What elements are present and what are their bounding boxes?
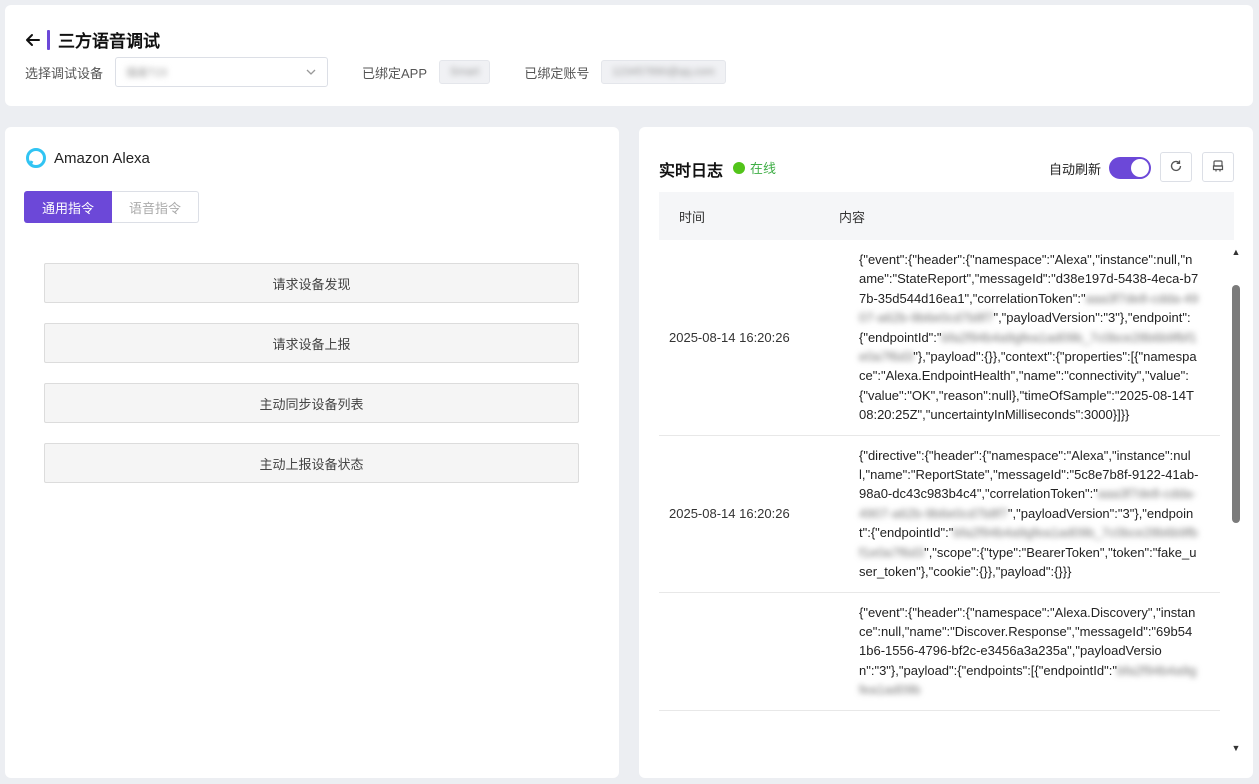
title-row: 三方语音调试 <box>25 27 160 52</box>
command-panel: Amazon Alexa 通用指令 语音指令 请求设备发现 请求设备上报 主动同… <box>5 127 619 778</box>
command-tabs: 通用指令 语音指令 <box>24 191 199 223</box>
clear-log-button[interactable] <box>1202 152 1234 182</box>
back-arrow-icon[interactable] <box>25 32 41 48</box>
report-device-state-button[interactable]: 主动上报设备状态 <box>44 443 579 483</box>
log-time <box>659 593 849 710</box>
log-table: 时间 内容 2025-08-14 16:20:26 {"event":{"head… <box>659 192 1234 778</box>
scroll-up-icon[interactable]: ▲ <box>1231 247 1241 257</box>
title-accent-bar <box>47 29 50 50</box>
platform-header: Amazon Alexa <box>25 147 150 169</box>
log-row: {"event":{"header":{"namespace":"Alexa.D… <box>659 593 1220 711</box>
page-title: 三方语音调试 <box>58 32 160 51</box>
header-card: 三方语音调试 选择调试设备 插座T23 已绑定APP Smart 已绑定账号 1… <box>5 5 1253 106</box>
bound-account-label: 已绑定账号 <box>524 65 590 81</box>
alexa-logo-icon <box>25 147 47 169</box>
filter-row: 选择调试设备 插座T23 已绑定APP Smart 已绑定账号 12345789… <box>25 57 726 87</box>
bound-app-label: 已绑定APP <box>362 65 428 81</box>
column-content: 内容 <box>839 209 866 225</box>
chevron-down-icon <box>305 66 317 78</box>
device-select-value: 插座T23 <box>126 67 167 79</box>
auto-refresh-toggle[interactable] <box>1109 157 1151 179</box>
log-scrollbar[interactable]: ▲ ▼ <box>1231 247 1241 777</box>
tab-general-commands[interactable]: 通用指令 <box>24 191 112 223</box>
column-time: 时间 <box>679 209 706 225</box>
bound-app-text: Smart <box>450 66 480 78</box>
sync-device-list-button[interactable]: 主动同步设备列表 <box>44 383 579 423</box>
log-time: 2025-08-14 16:20:26 <box>669 329 790 345</box>
eraser-icon <box>1211 159 1225 176</box>
log-content: {"directive":{"header":{"namespace":"Ale… <box>849 436 1199 592</box>
tab-voice-commands[interactable]: 语音指令 <box>112 191 199 223</box>
refresh-icon <box>1169 159 1183 176</box>
log-panel: 实时日志 在线 自动刷新 时间 内容 2025-08-14 16:20:26 {"… <box>639 127 1253 778</box>
request-discovery-button[interactable]: 请求设备发现 <box>44 263 579 303</box>
bound-account-text: 123457890@qq.com <box>612 66 715 78</box>
log-row: 2025-08-14 16:20:26 {"event":{"header":{"… <box>659 240 1220 436</box>
log-time: 2025-08-14 16:20:26 <box>669 506 790 522</box>
scroll-down-icon[interactable]: ▼ <box>1231 743 1241 753</box>
log-table-header: 时间 内容 <box>659 192 1234 240</box>
bound-account-value: 123457890@qq.com <box>601 60 726 84</box>
platform-name: Amazon Alexa <box>54 149 150 167</box>
log-table-body[interactable]: 2025-08-14 16:20:26 {"event":{"header":{"… <box>659 240 1234 778</box>
online-dot-icon <box>733 161 745 174</box>
log-row: 2025-08-14 16:20:26 {"directive":{"header… <box>659 436 1220 593</box>
device-label: 选择调试设备 <box>25 65 104 81</box>
scroll-thumb[interactable] <box>1232 285 1240 523</box>
toggle-knob <box>1131 159 1149 177</box>
device-select[interactable]: 插座T23 <box>115 57 329 87</box>
status-text: 在线 <box>750 161 777 176</box>
bound-app-value: Smart <box>439 60 491 84</box>
log-content: {"event":{"header":{"namespace":"Alexa",… <box>849 240 1199 435</box>
status-badge: 在线 <box>733 158 776 177</box>
command-list: 请求设备发现 请求设备上报 主动同步设备列表 主动上报设备状态 <box>44 263 579 503</box>
log-content: {"event":{"header":{"namespace":"Alexa.D… <box>849 593 1199 710</box>
refresh-button[interactable] <box>1160 152 1192 182</box>
request-report-button[interactable]: 请求设备上报 <box>44 323 579 363</box>
log-title: 实时日志 <box>659 163 724 180</box>
auto-refresh-label: 自动刷新 <box>1049 162 1102 177</box>
